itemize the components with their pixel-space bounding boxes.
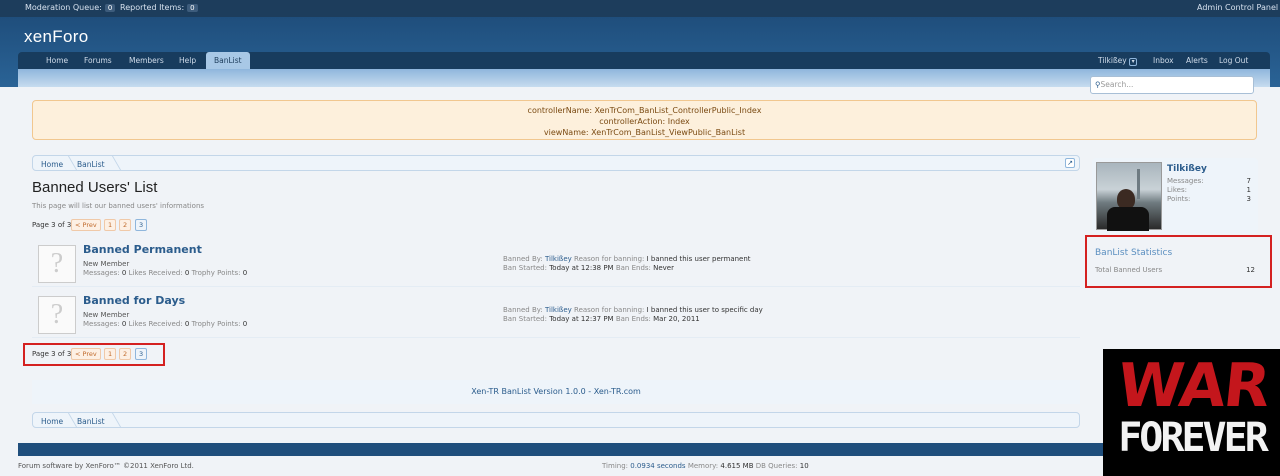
site-logo[interactable]: xenForo: [24, 27, 88, 47]
breadcrumb-separator: [102, 156, 122, 170]
chevron-down-icon: ▾: [1129, 58, 1138, 66]
sidebar-username[interactable]: Tilkißey: [1167, 164, 1207, 174]
photo-bridge: [1137, 169, 1140, 199]
logout-link[interactable]: Log Out: [1219, 56, 1248, 65]
page-label: Page 3 of 3: [32, 221, 72, 229]
version-link[interactable]: Xen-TR BanList Version 1.0.0 - Xen-TR.co…: [471, 387, 641, 396]
moderation-queue-link[interactable]: Moderation Queue: 0: [25, 3, 116, 12]
page-description: This page will list our banned users' in…: [32, 202, 205, 210]
page-title: Banned Users' List: [32, 179, 158, 196]
moderation-queue-label: Moderation Queue:: [25, 3, 102, 12]
tab-forums[interactable]: Forums: [84, 56, 112, 65]
banlist-statistics-box: BanList Statistics Total Banned Users 12: [1085, 235, 1272, 288]
breadcrumb-banlist[interactable]: BanList: [77, 417, 105, 426]
avatar[interactable]: ?: [38, 296, 76, 334]
photo-body: [1107, 207, 1149, 231]
banlist-statistics-title: BanList Statistics: [1095, 248, 1173, 258]
banned-by-link[interactable]: Tilkißey: [545, 306, 572, 314]
breadcrumb-bottom: Home BanList: [32, 412, 1080, 428]
moderation-queue-badge: 0: [104, 4, 116, 12]
banned-username[interactable]: Banned Permanent: [83, 243, 202, 256]
top-bar: Moderation Queue: 0 Reported Items: 0 Admi…: [0, 0, 1280, 17]
page-label: Page 3 of 3: [32, 350, 72, 358]
sidebar-stat-messages: Messages: 7: [1167, 177, 1251, 185]
version-bar: Xen-TR BanList Version 1.0.0 - Xen-TR.co…: [32, 380, 1080, 404]
ban-row: ? Banned Permanent New Member Messages: …: [32, 237, 1080, 287]
breadcrumb-banlist[interactable]: BanList: [77, 160, 105, 169]
breadcrumb-separator: [102, 413, 122, 427]
debug-info-box: controllerName: XenTrCom_BanList_Control…: [32, 100, 1257, 140]
logo-text-war: WAR: [1114, 351, 1272, 421]
user-title: New Member: [83, 311, 130, 319]
user-title: New Member: [83, 260, 130, 268]
reported-items-link[interactable]: Reported Items: 0: [120, 3, 198, 12]
war-forever-logo: WAR FOREVER: [1103, 349, 1280, 476]
page-2-link[interactable]: 2: [119, 219, 132, 231]
footer-credit[interactable]: Forum software by XenForo™ ©2011 XenForo…: [18, 462, 194, 470]
reported-items-badge: 0: [187, 4, 198, 12]
visitor-menu[interactable]: Tilkißey ▾: [1098, 56, 1138, 66]
debug-controller-action: controllerAction: Index: [599, 117, 690, 126]
search-input[interactable]: ⚲Search...: [1090, 76, 1254, 94]
tab-help[interactable]: Help: [179, 56, 196, 65]
debug-view-name: viewName: XenTrCom_BanList_ViewPublic_Ba…: [543, 128, 746, 137]
jump-menu-icon[interactable]: ↗: [1065, 158, 1075, 168]
page-nav-bottom: Page 3 of 3 < Prev 1 2 3: [32, 348, 162, 360]
sidebar-stat-likes: Likes: 1: [1167, 186, 1251, 194]
header: xenForo Home Forums Members Help BanList…: [0, 17, 1280, 87]
visitor-avatar[interactable]: [1096, 162, 1162, 231]
visitor-username: Tilkißey: [1098, 56, 1127, 65]
sidebar-stat-points: Points: 3: [1167, 195, 1251, 203]
sub-nav: [18, 69, 1270, 87]
banned-username[interactable]: Banned for Days: [83, 294, 185, 307]
page-1-link[interactable]: 1: [104, 348, 117, 360]
breadcrumb-home[interactable]: Home: [41, 417, 63, 426]
admin-control-panel-link[interactable]: Admin Control Panel: [1197, 3, 1278, 12]
reported-items-label: Reported Items:: [120, 3, 185, 12]
alerts-link[interactable]: Alerts: [1186, 56, 1208, 65]
breadcrumb-home[interactable]: Home: [41, 160, 63, 169]
ban-details: Banned By: Tilkißey Reason for banning: …: [503, 255, 751, 272]
prev-page-button[interactable]: < Prev: [71, 219, 101, 231]
photo-head: [1117, 189, 1135, 209]
tab-home[interactable]: Home: [46, 56, 68, 65]
banned-by-link[interactable]: Tilkißey: [545, 255, 572, 263]
user-stats: Messages: 0 Likes Received: 0 Trophy Poi…: [83, 269, 248, 277]
user-stats: Messages: 0 Likes Received: 0 Trophy Poi…: [83, 320, 248, 328]
inbox-link[interactable]: Inbox: [1153, 56, 1174, 65]
avatar[interactable]: ?: [38, 245, 76, 283]
tab-members[interactable]: Members: [129, 56, 164, 65]
total-banned-users: Total Banned Users 12: [1095, 266, 1255, 274]
page-1-link[interactable]: 1: [104, 219, 117, 231]
page-nav-top: Page 3 of 3 < Prev 1 2 3: [32, 219, 162, 231]
debug-controller-name: controllerName: XenTrCom_BanList_Control…: [527, 106, 762, 115]
ban-row: ? Banned for Days New Member Messages: 0…: [32, 288, 1080, 338]
debug-timing: Timing: 0.0934 seconds Memory: 4.615 MB …: [602, 462, 809, 470]
page-2-link[interactable]: 2: [119, 348, 132, 360]
tab-banlist[interactable]: BanList: [206, 52, 250, 69]
logo-text-forever: FOREVER: [1118, 415, 1269, 461]
footer-strip: [18, 443, 1103, 456]
search-placeholder: Search...: [1100, 80, 1134, 89]
breadcrumb-top: Home BanList ↗: [32, 155, 1080, 171]
page-3-current[interactable]: 3: [135, 219, 148, 231]
prev-page-button[interactable]: < Prev: [71, 348, 101, 360]
main-nav: Home Forums Members Help BanList Tilkiße…: [18, 52, 1270, 69]
page-3-current[interactable]: 3: [135, 348, 148, 360]
ban-details: Banned By: Tilkißey Reason for banning: …: [503, 306, 763, 323]
